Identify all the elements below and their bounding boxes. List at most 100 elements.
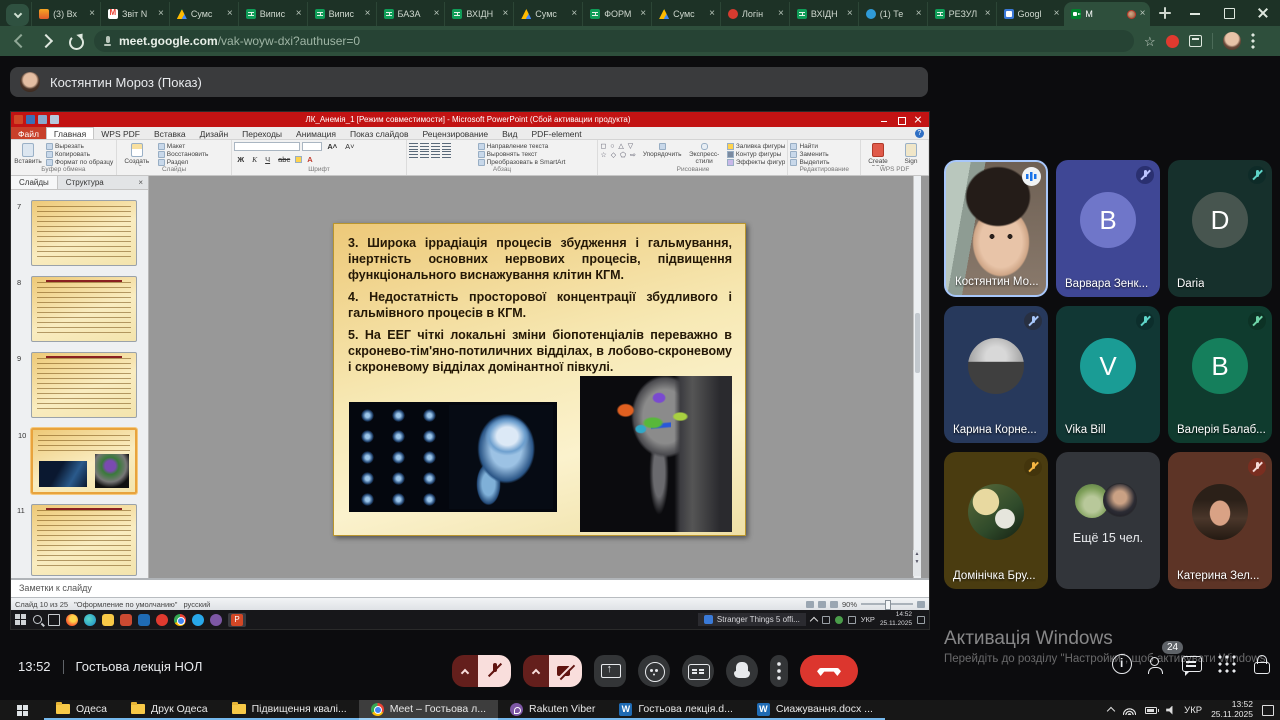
search-icon[interactable] [33, 615, 42, 624]
more-options-button[interactable] [770, 655, 788, 687]
taskbar-item-viber[interactable]: Rakuten Viber [498, 700, 607, 720]
font-size-select[interactable] [302, 142, 322, 151]
participant-tile-dominichka[interactable]: Домінічка Бру... [944, 452, 1048, 589]
reload-button[interactable] [66, 32, 84, 50]
italic-button[interactable]: К [249, 154, 260, 165]
tab-close-icon[interactable]: × [916, 9, 922, 19]
indent-icon[interactable] [431, 143, 440, 150]
find-button[interactable]: Найти [790, 143, 829, 150]
browser-tab-9[interactable]: ФОРМ× [582, 2, 651, 26]
browser-tab-7[interactable]: ВХІДН× [444, 2, 513, 26]
taskbar-item-word-2[interactable]: WСиажування.docx ... [745, 700, 885, 720]
browser-tab-meet-active[interactable]: М× [1064, 2, 1150, 26]
slide-nav-buttons[interactable]: ▲▼ [913, 550, 921, 576]
firefox-icon[interactable] [66, 614, 78, 626]
ppt-maximize-button[interactable] [894, 115, 908, 125]
paste-button[interactable]: Вставить [13, 141, 43, 165]
slide-canvas[interactable]: 3. Широка іррадіація процесів збудження … [333, 223, 746, 536]
taskbar-item-pidvyshchennia[interactable]: Підвищення квалі... [220, 700, 359, 720]
tab-close-icon[interactable]: × [1054, 9, 1060, 19]
address-bar[interactable]: meet.google.com/vak-woyw-dxi?authuser=0 [94, 30, 1134, 52]
notification-center-icon[interactable] [1262, 705, 1274, 716]
align-left-icon[interactable] [409, 151, 418, 158]
slideshow-view-icon[interactable] [830, 601, 838, 608]
minimize-button[interactable] [1178, 0, 1212, 26]
ribbon-tab-view[interactable]: Вид [495, 127, 524, 139]
undo-icon[interactable] [38, 115, 47, 124]
tray-icon-1[interactable] [822, 616, 830, 624]
ppt-minimize-button[interactable] [877, 115, 891, 125]
ribbon-tab-pdfelement[interactable]: PDF-element [525, 127, 589, 139]
tab-close-icon[interactable]: × [778, 9, 784, 19]
browser-tab-12[interactable]: ВХІДН× [789, 2, 858, 26]
participant-tile-overflow[interactable]: Ещё 15 чел. [1056, 452, 1160, 589]
start-button[interactable] [0, 700, 44, 720]
scrollbar-thumb[interactable] [915, 313, 920, 373]
wifi-icon[interactable] [1123, 706, 1136, 715]
replace-button[interactable]: Заменить [790, 151, 829, 158]
copy-button[interactable]: Копировать [46, 151, 113, 158]
browser-tab-14[interactable]: РЕЗУЛ× [927, 2, 996, 26]
sorter-view-icon[interactable] [818, 601, 826, 608]
redo-icon[interactable] [50, 115, 59, 124]
participant-tile-valeriia[interactable]: B Валерія Балаб... [1168, 306, 1272, 443]
taskbar-item-odesa[interactable]: Одеса [44, 700, 119, 720]
end-call-button[interactable] [800, 655, 858, 687]
camera-options-button[interactable] [523, 655, 549, 687]
shapes-gallery[interactable]: ◻ ○ △ ▽ [600, 143, 639, 151]
shape-outline-button[interactable]: Контур фигуры [727, 151, 786, 158]
present-screen-button[interactable] [594, 655, 626, 687]
participant-tile-vika[interactable]: V Vika Bill [1056, 306, 1160, 443]
tab-close-icon[interactable]: × [640, 9, 646, 19]
file-explorer-icon[interactable] [102, 614, 114, 626]
slide-thumbnail-8[interactable]: 8 [31, 276, 137, 342]
camera-off-button[interactable] [549, 655, 582, 687]
ribbon-tab-wpspdf[interactable]: WPS PDF [94, 127, 147, 139]
tab-close-icon[interactable]: × [158, 9, 164, 19]
tab-list-button[interactable] [6, 4, 29, 26]
notes-pane[interactable]: Заметки к слайду [11, 578, 929, 597]
browser-tab-6[interactable]: БАЗА× [376, 2, 445, 26]
participant-tile-daria[interactable]: D Daria [1168, 160, 1272, 297]
help-icon[interactable]: ? [915, 129, 924, 138]
taskbar-item-druk-odesa[interactable]: Друк Одеса [119, 700, 220, 720]
browser-tab-8[interactable]: Сумс× [513, 2, 582, 26]
new-tab-button[interactable] [1154, 2, 1174, 24]
clock[interactable]: 13:5225.11.2025 [1211, 700, 1253, 720]
task-view-icon[interactable] [48, 614, 60, 626]
powerpoint-active-task[interactable]: P [228, 613, 246, 627]
align-center-icon[interactable] [420, 151, 429, 158]
outdent-icon[interactable] [442, 143, 451, 150]
new-slide-button[interactable]: Создать слайд [119, 141, 155, 166]
news-widget[interactable]: Stranger Things 5 offi... [698, 613, 806, 626]
ppt-close-button[interactable] [911, 115, 925, 125]
slide-thumbnail-11[interactable]: 11 [31, 504, 137, 576]
browser-menu-icon[interactable] [1251, 33, 1255, 49]
outlook-icon[interactable] [138, 614, 150, 626]
tab-close-icon[interactable]: × [434, 9, 440, 19]
ribbon-tab-file[interactable]: Файл [11, 127, 46, 139]
browser-tab-13[interactable]: (1) Те× [858, 2, 927, 26]
zoom-slider[interactable] [861, 603, 913, 605]
cut-button[interactable]: Вырезать [46, 143, 113, 150]
participant-tile-karina[interactable]: Карина Корне... [944, 306, 1048, 443]
panel-tab-outline[interactable]: Структура [58, 176, 112, 189]
numbering-icon[interactable] [420, 143, 429, 150]
ribbon-tab-insert[interactable]: Вставка [147, 127, 193, 139]
powerpoint-icon[interactable] [120, 614, 132, 626]
shape-effects-button[interactable]: Эффекты фигур [727, 159, 786, 166]
slide-thumbnail-9[interactable]: 9 [31, 352, 137, 418]
ribbon-tab-review[interactable]: Рецензирование [415, 127, 495, 139]
shape-fill-button[interactable]: Заливка фигуры [727, 143, 786, 150]
browser-tab-3[interactable]: Сумс× [169, 2, 238, 26]
tab-close-icon[interactable]: × [296, 9, 302, 19]
participant-tile-kostiantyn[interactable]: Костянтин Мо... [944, 160, 1048, 297]
presenter-clock[interactable]: 14:5225.11.2025 [880, 611, 912, 628]
save-icon[interactable] [26, 115, 35, 124]
tray-chevron-icon[interactable] [810, 616, 818, 624]
tab-close-icon[interactable]: × [709, 9, 715, 19]
tab-close-icon[interactable]: × [365, 9, 371, 19]
panel-tab-slides[interactable]: Слайды [11, 176, 58, 189]
shrink-font-button[interactable]: A˅ [342, 141, 357, 152]
browser-tab-5[interactable]: Випис× [307, 2, 376, 26]
